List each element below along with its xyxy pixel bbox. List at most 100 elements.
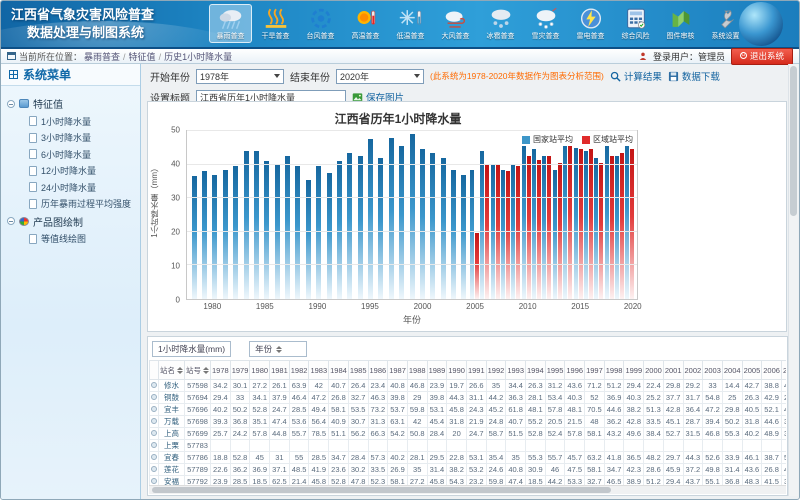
value-cell: 31.2	[545, 380, 565, 392]
year-header-1998[interactable]: 1998	[604, 361, 624, 380]
row-radio-icon[interactable]	[151, 418, 157, 424]
tree-item-1小时降水量[interactable]: 1小时降水量	[29, 115, 136, 128]
year-header-1995[interactable]: 1995	[545, 361, 565, 380]
row-select-cell[interactable]	[150, 404, 159, 416]
expander-icon[interactable]	[7, 100, 15, 108]
year-header-1988[interactable]: 1988	[407, 361, 427, 380]
tree-item-24小时降水量[interactable]: 24小时降水量	[29, 181, 136, 194]
year-slot-1993	[345, 131, 355, 299]
table-row-57698[interactable]: 万载5769839.336.835.147.453.656.440.930.73…	[150, 416, 787, 428]
bar-national-2005	[470, 170, 474, 299]
year-header-1996[interactable]: 1996	[565, 361, 585, 380]
row-select-cell[interactable]	[150, 440, 159, 452]
year-header-2001[interactable]: 2001	[663, 361, 683, 380]
vertical-scrollbar-thumb[interactable]	[790, 66, 797, 216]
row-radio-icon[interactable]	[151, 478, 157, 484]
station-name-header[interactable]: 站名	[159, 361, 185, 380]
year-header-2000[interactable]: 2000	[644, 361, 664, 380]
year-header-1983[interactable]: 1983	[309, 361, 329, 380]
row-select-cell[interactable]	[150, 380, 159, 392]
breadcrumb-link[interactable]: 历史1小时降水量	[164, 52, 232, 62]
row-radio-icon[interactable]	[151, 394, 157, 400]
tree-item-等值线绘图[interactable]: 等值线绘图	[29, 232, 136, 245]
year-header-1984[interactable]: 1984	[329, 361, 349, 380]
row-radio-icon[interactable]	[151, 430, 157, 436]
year-header-1989[interactable]: 1989	[427, 361, 447, 380]
horizontal-scrollbar[interactable]	[149, 485, 786, 494]
data-download-button[interactable]: 数据下载	[668, 69, 720, 83]
year-header-1987[interactable]: 1987	[388, 361, 408, 380]
row-radio-icon[interactable]	[151, 382, 157, 388]
row-select-cell[interactable]	[150, 392, 159, 404]
year-header-1993[interactable]: 1993	[506, 361, 526, 380]
start-year-select[interactable]: 1978年	[196, 69, 284, 84]
tool-item-cold-thermo[interactable]: 低温普查	[389, 4, 432, 43]
station-id-header[interactable]: 站号	[185, 361, 211, 380]
row-radio-icon[interactable]	[151, 406, 157, 412]
tool-item-lightning[interactable]: 雷电普查	[569, 4, 612, 43]
bar-national-1978	[192, 176, 197, 299]
year-header-1985[interactable]: 1985	[348, 361, 368, 380]
year-header-1999[interactable]: 1999	[624, 361, 644, 380]
year-header-1980[interactable]: 1980	[250, 361, 270, 380]
table-row-57699[interactable]: 上高5769925.724.257.844.855.778.551.156.26…	[150, 428, 787, 440]
year-header-1979[interactable]: 1979	[230, 361, 250, 380]
tree-item-历年暴雨过程平均强度[interactable]: 历年暴雨过程平均强度	[29, 197, 136, 210]
vertical-scrollbar[interactable]	[788, 64, 798, 496]
breadcrumb-link[interactable]: 暴雨普查	[84, 52, 120, 62]
tree-group-0[interactable]: 特征值	[7, 96, 136, 111]
table-row-57786[interactable]: 宜春5778618.852.845315528.534.728.457.340.…	[150, 452, 787, 464]
row-select-cell[interactable]	[150, 416, 159, 428]
breadcrumb-link[interactable]: 特征值	[129, 52, 156, 62]
row-select-cell[interactable]	[150, 428, 159, 440]
year-header-2007[interactable]: 2007	[781, 361, 786, 380]
tool-item-typhoon[interactable]: 台风普查	[299, 4, 342, 43]
year-header-2006[interactable]: 2006	[762, 361, 782, 380]
tool-item-calculator[interactable]: 综合风险	[614, 4, 657, 43]
table-row-57789[interactable]: 莲花5778922.636.236.937.148.541.923.630.23…	[150, 464, 787, 476]
table-row-57694[interactable]: 铜鼓5769429.43334.137.946.447.226.832.746.…	[150, 392, 787, 404]
horizontal-scrollbar-thumb[interactable]	[152, 487, 611, 493]
year-header-2003[interactable]: 2003	[703, 361, 723, 380]
tool-item-map-check[interactable]: 图件审核	[659, 4, 702, 43]
year-header-1991[interactable]: 1991	[466, 361, 486, 380]
tree-item-3小时降水量[interactable]: 3小时降水量	[29, 131, 136, 144]
table-row-57598[interactable]: 修水5759834.230.127.226.163.94240.726.423.…	[150, 380, 787, 392]
table-row-57696[interactable]: 宜丰5769640.250.252.824.728.549.458.153.57…	[150, 404, 787, 416]
year-header-1992[interactable]: 1992	[486, 361, 506, 380]
row-radio-icon[interactable]	[151, 454, 157, 460]
tree-item-6小时降水量[interactable]: 6小时降水量	[29, 148, 136, 161]
table-row-57783[interactable]: 上栗57783	[150, 440, 787, 452]
tree-group-1[interactable]: 产品图绘制	[7, 214, 136, 229]
row-select-cell[interactable]	[150, 452, 159, 464]
year-header-2002[interactable]: 2002	[683, 361, 703, 380]
tree-item-12小时降水量[interactable]: 12小时降水量	[29, 164, 136, 177]
tool-item-heat[interactable]: 干旱普查	[254, 4, 297, 43]
year-header-1981[interactable]: 1981	[270, 361, 290, 380]
year-header-1994[interactable]: 1994	[526, 361, 546, 380]
year-header-1986[interactable]: 1986	[368, 361, 388, 380]
logout-button[interactable]: O退出系统	[731, 48, 793, 65]
year-header-1982[interactable]: 1982	[289, 361, 309, 380]
year-header-1990[interactable]: 1990	[447, 361, 467, 380]
tool-item-sun-thermo[interactable]: 高温普查	[344, 4, 387, 43]
end-year-select[interactable]: 2020年	[336, 69, 424, 84]
calc-results-button[interactable]: 计算结果	[610, 69, 662, 83]
row-radio-icon[interactable]	[151, 442, 157, 448]
tool-item-rain-cloud[interactable]: 暴雨普查	[209, 4, 252, 43]
tool-item-wind-cloud[interactable]: 大风普查	[434, 4, 477, 43]
row-radio-icon[interactable]	[151, 466, 157, 472]
year-header-2004[interactable]: 2004	[722, 361, 742, 380]
tool-item-hail[interactable]: 冰雹普查	[479, 4, 522, 43]
legend-item[interactable]: 区域站平均	[582, 134, 633, 145]
value-cell: 53.1	[466, 452, 486, 464]
year-header-1978[interactable]: 1978	[211, 361, 231, 380]
year-header-1997[interactable]: 1997	[585, 361, 605, 380]
row-select-cell[interactable]	[150, 464, 159, 476]
legend-item[interactable]: 国家站平均	[522, 134, 573, 145]
year-header-2005[interactable]: 2005	[742, 361, 762, 380]
expander-icon[interactable]	[7, 217, 15, 225]
value-cell: 33	[703, 380, 723, 392]
tool-item-snow-cloud[interactable]: 雪灾普查	[524, 4, 567, 43]
year-sort-select[interactable]: 年份	[249, 341, 307, 357]
